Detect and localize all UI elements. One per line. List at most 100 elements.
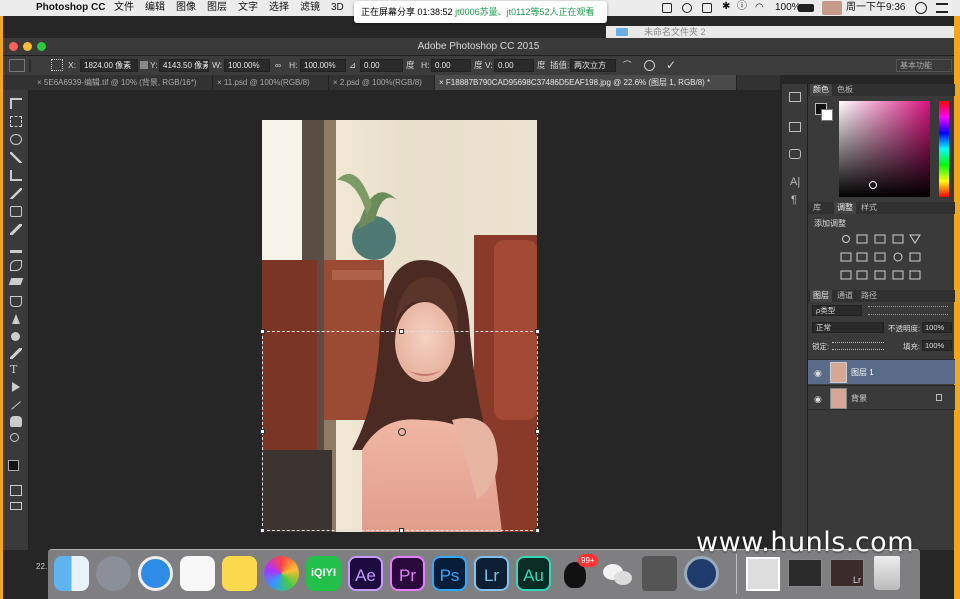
minimized-window-ps[interactable] xyxy=(788,559,822,587)
paint-bucket-tool-icon[interactable] xyxy=(10,296,22,307)
eyedropper-tool-icon[interactable] xyxy=(10,188,22,199)
minimized-window-photo[interactable] xyxy=(746,557,780,591)
eraser-tool-icon[interactable] xyxy=(8,278,24,285)
menu-select[interactable]: 选择 xyxy=(269,0,289,16)
relative-position-icon[interactable] xyxy=(140,61,148,69)
history-panel-icon[interactable] xyxy=(789,92,801,102)
actions-panel-icon[interactable] xyxy=(789,122,801,132)
selection-marquee[interactable] xyxy=(260,329,540,533)
zoom-window-button[interactable] xyxy=(37,42,46,51)
wechat-icon[interactable] xyxy=(600,556,635,591)
lightroom-icon[interactable]: Lr xyxy=(474,556,509,591)
hskew-field[interactable]: 0.00 xyxy=(431,59,471,72)
menu-3d[interactable]: 3D xyxy=(331,0,344,16)
link-icon[interactable]: ∞ xyxy=(275,56,281,75)
hue-slider[interactable] xyxy=(939,101,949,197)
history-brush-tool-icon[interactable] xyxy=(10,260,22,271)
fill-field[interactable]: 100% xyxy=(922,340,952,351)
brush-tool-icon[interactable] xyxy=(10,224,22,235)
x-field[interactable]: 1824.00 像素 xyxy=(80,59,138,72)
layer-row-2[interactable]: ◉ 背景 xyxy=(808,385,955,410)
move-tool-icon[interactable] xyxy=(10,98,22,109)
commit-transform-icon[interactable]: ✓ xyxy=(666,56,676,75)
color-picker-field[interactable] xyxy=(839,101,930,197)
properties-panel-icon[interactable] xyxy=(789,149,801,159)
transform-tool-icon[interactable] xyxy=(9,59,25,72)
premiere-icon[interactable]: Pr xyxy=(390,556,425,591)
menu-image[interactable]: 图像 xyxy=(176,0,196,16)
tab-swatches[interactable]: 色板 xyxy=(834,84,856,96)
color-picker-cursor[interactable] xyxy=(869,181,877,189)
audition-icon[interactable]: Au xyxy=(516,556,551,591)
clone-stamp-tool-icon[interactable] xyxy=(10,242,22,253)
reference-point-icon[interactable] xyxy=(398,428,406,436)
menu-file[interactable]: 文件 xyxy=(114,0,134,16)
lock-icons[interactable] xyxy=(832,342,884,350)
transform-handle-bl[interactable] xyxy=(260,528,265,533)
layer-name[interactable]: 背景 xyxy=(851,393,867,404)
y-field[interactable]: 4143.50 像素 xyxy=(159,59,209,72)
finder-icon[interactable] xyxy=(54,556,89,591)
workspace-select[interactable]: 基本功能 xyxy=(896,59,952,72)
search-icon[interactable] xyxy=(915,2,927,14)
layer-row-1[interactable]: ◉ 图层 1 xyxy=(808,359,955,384)
reference-point-icon[interactable] xyxy=(51,59,63,71)
quick-mask-icon[interactable] xyxy=(10,485,22,496)
tab-libraries[interactable]: 库 xyxy=(810,202,824,214)
layer-name[interactable]: 图层 1 xyxy=(851,367,874,378)
height-field[interactable]: 100.00% xyxy=(300,59,346,72)
tab-styles[interactable]: 样式 xyxy=(858,202,880,214)
layer-filter-icons[interactable] xyxy=(868,306,948,315)
zoom-tool-icon[interactable] xyxy=(10,433,19,442)
tab-doc-2[interactable]: × 11.psd @ 100%(RGB/8) xyxy=(213,75,329,90)
safari-icon[interactable] xyxy=(138,556,173,591)
healing-tool-icon[interactable] xyxy=(10,206,22,217)
line-tool-icon[interactable] xyxy=(11,401,21,410)
battery-icon[interactable] xyxy=(798,4,814,12)
launchpad-icon[interactable] xyxy=(96,556,131,591)
paragraph-panel-icon[interactable]: ¶ xyxy=(791,194,797,206)
record-icon[interactable] xyxy=(682,3,692,13)
bluetooth-icon[interactable]: ✱ xyxy=(722,2,732,12)
blur-tool-icon[interactable] xyxy=(12,314,20,324)
menu-list-icon[interactable] xyxy=(936,3,948,13)
menu-layer[interactable]: 图层 xyxy=(207,0,227,16)
width-field[interactable]: 100.00% xyxy=(224,59,270,72)
interpolation-select[interactable]: 两次立方 xyxy=(570,59,616,72)
crop-tool-icon[interactable] xyxy=(10,170,22,181)
photos-icon[interactable] xyxy=(264,556,299,591)
screen-mode-icon[interactable] xyxy=(10,502,22,510)
after-effects-icon[interactable]: Ae xyxy=(348,556,383,591)
warp-icon[interactable]: ⌒ xyxy=(623,56,632,75)
transform-handle-b[interactable] xyxy=(399,528,404,533)
character-panel-icon[interactable]: A| xyxy=(790,176,800,188)
transform-handle-t[interactable] xyxy=(399,329,404,334)
path-select-tool-icon[interactable] xyxy=(12,382,20,392)
blend-mode-select[interactable]: 正常 xyxy=(812,322,884,333)
iqiyi-icon[interactable]: iQIYI xyxy=(306,556,341,591)
menu-filter[interactable]: 滤镜 xyxy=(300,0,320,16)
layer-visibility-icon[interactable]: ◉ xyxy=(814,368,822,379)
tab-layers[interactable]: 图层 xyxy=(810,290,832,302)
foreground-color-swatch[interactable] xyxy=(8,460,19,471)
tab-channels[interactable]: 通道 xyxy=(834,290,856,302)
tab-doc-4[interactable]: × F18887B790CAD95698C37486D5EAF198.jpg @… xyxy=(435,75,737,90)
vskew-field[interactable]: 0.00 xyxy=(494,59,534,72)
close-window-button[interactable] xyxy=(9,42,18,51)
tab-adjustments[interactable]: 调整 xyxy=(834,202,856,214)
transform-handle-br[interactable] xyxy=(535,528,540,533)
tab-color[interactable]: 颜色 xyxy=(810,84,832,96)
lasso-tool-icon[interactable] xyxy=(10,134,22,145)
adjustment-icons[interactable] xyxy=(838,233,948,283)
menu-type[interactable]: 文字 xyxy=(238,0,258,16)
layer-filter-select[interactable]: ρ类型 xyxy=(812,305,862,316)
tool-icon[interactable] xyxy=(702,3,712,13)
dodge-tool-icon[interactable] xyxy=(11,332,20,341)
transform-handle-r[interactable] xyxy=(535,429,540,434)
pen-tool-icon[interactable] xyxy=(10,348,22,359)
layer-visibility-icon[interactable]: ◉ xyxy=(814,394,822,405)
minimize-window-button[interactable] xyxy=(23,42,32,51)
info-icon[interactable]: ⓘ xyxy=(737,0,747,12)
screenshot-icon[interactable] xyxy=(642,556,677,591)
minimized-window-lr[interactable]: Lr xyxy=(830,559,864,587)
